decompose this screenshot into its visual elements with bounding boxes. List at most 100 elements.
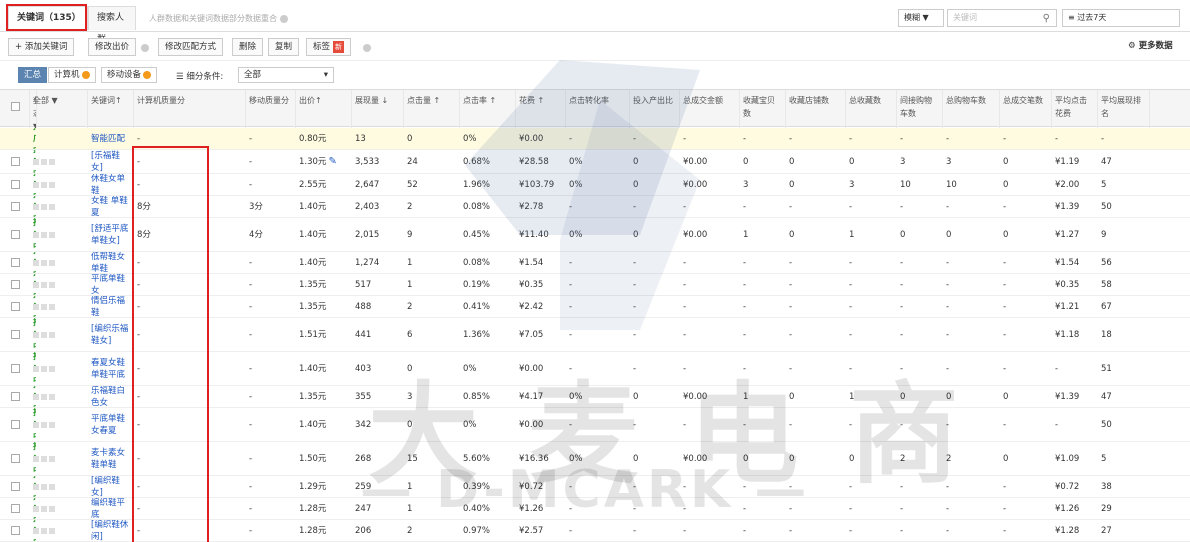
cell-kw[interactable]: 智能匹配: [88, 128, 134, 149]
column-header[interactable]: 间接购物车数: [897, 90, 943, 128]
bid-info-icon[interactable]: [141, 44, 149, 52]
cell-ctr: 0.39%: [463, 481, 491, 492]
cell-cart_t: 0: [946, 229, 952, 240]
cell-kw[interactable]: 情侣乐福鞋: [88, 296, 134, 317]
cell-imp: 247: [355, 503, 372, 514]
row-checkbox[interactable]: [8, 476, 28, 497]
add-keyword-button[interactable]: + 添加关键词: [8, 38, 75, 56]
cell-kw[interactable]: 平底单鞋女: [88, 274, 134, 295]
row-checkbox[interactable]: [8, 296, 28, 317]
cell-imp: 517: [355, 279, 372, 290]
select-all-checkbox[interactable]: [0, 90, 30, 128]
cell-kw[interactable]: 乐福鞋白色女: [88, 386, 134, 407]
row-checkbox[interactable]: [8, 218, 28, 251]
cell-fav_t: 3: [849, 179, 855, 190]
row-checkbox[interactable]: [8, 252, 28, 273]
cell-rank: 38: [1101, 481, 1112, 492]
cell-roi: -: [633, 503, 637, 514]
column-header[interactable]: 展现量 ↓: [352, 90, 404, 128]
cell-kw[interactable]: [舒适平底单鞋女]: [88, 218, 134, 251]
cell-kw[interactable]: 休鞋女单鞋: [88, 174, 134, 195]
column-header[interactable]: 出价↑: [296, 90, 352, 128]
cell-kw[interactable]: 低帮鞋女单鞋: [88, 252, 134, 273]
cell-roi: 0: [633, 453, 639, 464]
column-header[interactable]: 点击率 ↑: [460, 90, 516, 128]
subdivide-select[interactable]: 全部 ▾: [238, 67, 334, 83]
row-checkbox[interactable]: [8, 274, 28, 295]
row-checkbox[interactable]: [8, 150, 28, 173]
column-header[interactable]: 总成交金额: [680, 90, 740, 128]
column-header[interactable]: 移动质量分: [246, 90, 296, 128]
column-header[interactable]: 收藏宝贝数: [740, 90, 786, 128]
cell-fav_i: -: [743, 525, 747, 536]
device-indicator: [30, 218, 88, 251]
device-indicator: [30, 520, 88, 541]
tag-info-icon[interactable]: [363, 44, 371, 52]
tag-button[interactable]: 标签新: [306, 38, 352, 56]
copy-button[interactable]: 复制: [268, 38, 300, 56]
row-checkbox[interactable]: [8, 352, 28, 385]
column-header[interactable]: 总成交笔数: [1000, 90, 1052, 128]
row-checkbox[interactable]: [8, 386, 28, 407]
column-header[interactable]: 总购物车数: [943, 90, 1000, 128]
info-icon[interactable]: [280, 14, 288, 23]
keyword-search-input[interactable]: 关键词 ⚲: [947, 9, 1057, 27]
cell-kw[interactable]: [编织鞋休闲]: [88, 520, 134, 541]
cell-cost: ¥1.54: [519, 257, 544, 268]
column-header[interactable]: 全部 ▼: [30, 90, 88, 128]
column-header[interactable]: 点击量 ↑: [404, 90, 460, 128]
cell-kw[interactable]: 平底单鞋 女春夏: [88, 408, 134, 441]
segment-summary[interactable]: 汇总: [18, 67, 48, 83]
cell-kw[interactable]: [编织乐福鞋女]: [88, 318, 134, 351]
cell-kw[interactable]: [乐福鞋女]: [88, 150, 134, 173]
segment-computer[interactable]: 计算机: [48, 67, 96, 83]
row-checkbox[interactable]: [8, 408, 28, 441]
segment-mobile[interactable]: 移动设备: [101, 67, 158, 83]
column-header[interactable]: 点击转化率: [566, 90, 630, 128]
cell-cart_t: -: [946, 525, 950, 536]
cell-cpc: ¥1.28: [1055, 525, 1080, 536]
cell-cpc: ¥1.39: [1055, 391, 1080, 402]
column-header[interactable]: 关键词↑: [88, 90, 134, 128]
cell-cart_i: -: [900, 133, 904, 144]
match-mode-select[interactable]: 模糊 ▼: [898, 9, 944, 27]
cell-ord: -: [1003, 503, 1007, 514]
cell-cart_i: -: [900, 419, 904, 430]
row-checkbox[interactable]: [8, 196, 28, 217]
cell-cart_i: -: [900, 301, 904, 312]
cell-kw[interactable]: 女鞋 单鞋 夏: [88, 196, 134, 217]
row-checkbox[interactable]: [8, 174, 28, 195]
device-indicator: [30, 274, 88, 295]
cell-kw[interactable]: 麦卡素女鞋单鞋: [88, 442, 134, 475]
cell-cpc: ¥1.19: [1055, 156, 1080, 167]
column-header[interactable]: 花费 ↑: [516, 90, 566, 128]
column-header[interactable]: 计算机质量分: [134, 90, 246, 128]
cell-kw[interactable]: 编织鞋平底: [88, 498, 134, 519]
delete-button[interactable]: 删除: [232, 38, 264, 56]
column-header[interactable]: 投入产出比: [630, 90, 680, 128]
search-icon[interactable]: ⚲: [1043, 11, 1050, 27]
column-header[interactable]: 平均点击花费: [1052, 90, 1098, 128]
cell-roi: -: [633, 419, 637, 430]
row-checkbox[interactable]: [8, 442, 28, 475]
more-data-button[interactable]: ⚙ 更多数据: [1122, 38, 1179, 56]
modify-bid-button[interactable]: 修改出价: [88, 38, 137, 56]
row-checkbox[interactable]: [8, 498, 28, 519]
cell-ctr: 0.41%: [463, 301, 491, 312]
segment-mobile-label: 移动设备: [107, 70, 142, 80]
edit-bid-icon[interactable]: ✎: [328, 156, 336, 168]
cell-kw[interactable]: 春夏女鞋 单鞋平底: [88, 352, 134, 385]
tab-search-crowd[interactable]: 搜索人群: [88, 6, 136, 45]
cell-gmv: -: [683, 279, 687, 290]
row-checkbox[interactable]: [8, 520, 28, 541]
row-checkbox[interactable]: [8, 128, 28, 149]
cell-bid: 1.40元: [299, 419, 327, 430]
date-range-select[interactable]: ≡ 过去7天: [1062, 9, 1180, 27]
cell-rank: 50: [1101, 419, 1112, 430]
modify-match-button[interactable]: 修改匹配方式: [158, 38, 224, 56]
cell-kw[interactable]: [编织鞋女]: [88, 476, 134, 497]
row-checkbox[interactable]: [8, 318, 28, 351]
column-header[interactable]: 总收藏数: [846, 90, 897, 128]
column-header[interactable]: 平均展现排名: [1098, 90, 1150, 128]
column-header[interactable]: 收藏店铺数: [786, 90, 846, 128]
